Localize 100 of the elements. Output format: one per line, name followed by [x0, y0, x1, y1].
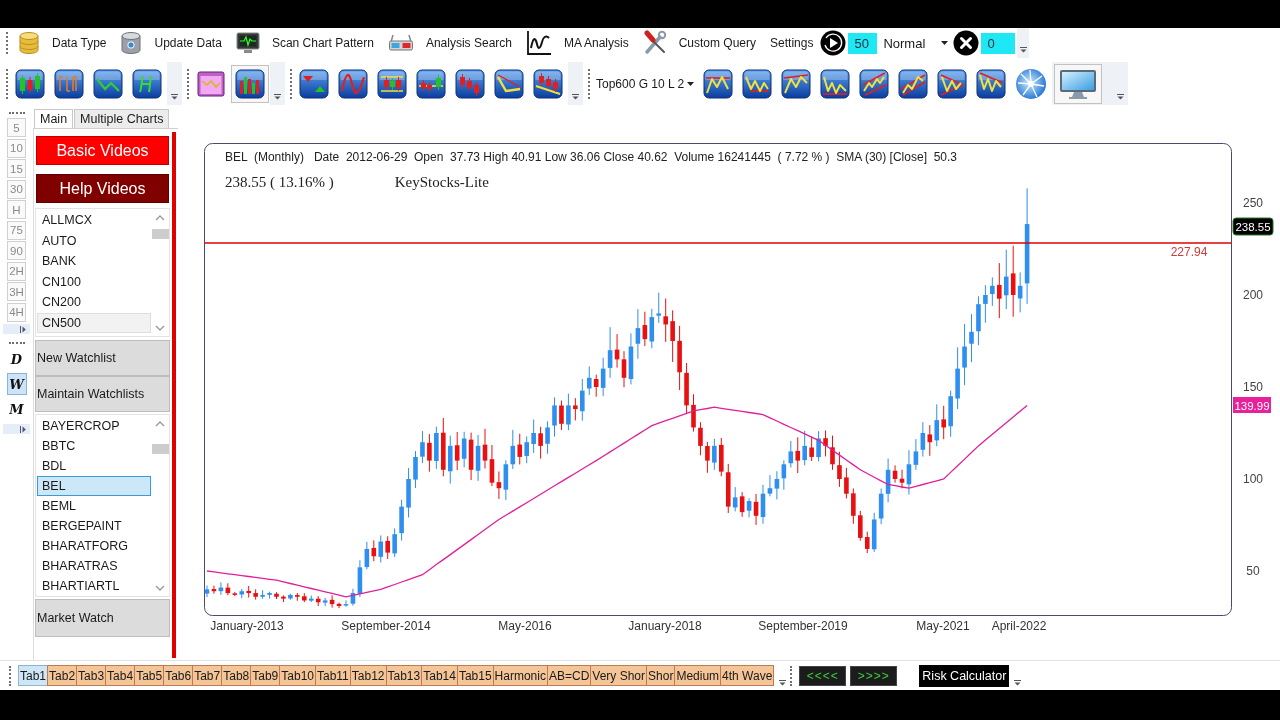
overflow-button[interactable]	[1017, 28, 1030, 58]
scan-list-dropdown[interactable]: Top600 G 10 L 2	[593, 71, 699, 96]
rising-candle	[204, 585, 210, 598]
rising-candle	[990, 276, 995, 307]
sheet-tab[interactable]: Tab11	[315, 665, 351, 686]
close-icon[interactable]	[953, 30, 980, 56]
candlestick-chart-icon	[15, 68, 45, 99]
speed-field[interactable]: 50	[848, 32, 878, 54]
menu-button[interactable]: Custom Query	[635, 28, 764, 58]
list-item[interactable]: BBTC	[37, 436, 151, 456]
nav-button[interactable]: <<<<	[799, 665, 847, 686]
falling-candle	[795, 436, 801, 474]
script-letter-icon	[132, 68, 162, 99]
count-field[interactable]: 0	[981, 32, 1016, 54]
list-item[interactable]: BERGEPAINT	[37, 516, 151, 536]
list-item[interactable]: BHARTIARTL	[37, 576, 151, 596]
list-item[interactable]: BAYERCROP	[37, 416, 151, 436]
rising-candle	[712, 438, 717, 471]
sheet-tab[interactable]: Tab15	[456, 665, 494, 686]
list-item[interactable]: BDL	[37, 456, 151, 476]
falling-candle	[427, 433, 432, 473]
sheet-tab[interactable]: Tab3	[76, 665, 107, 686]
menu-button[interactable]: Settings	[763, 28, 821, 58]
interval-button[interactable]: 2H	[7, 261, 26, 281]
list-item[interactable]: BHARATFORG	[37, 536, 151, 556]
falling-candle	[441, 417, 446, 477]
sheet-tab[interactable]: Shor	[646, 665, 676, 686]
list-item[interactable]: ALLMCX	[37, 210, 151, 231]
sheet-tab[interactable]: Tab8	[221, 665, 252, 686]
menu-button[interactable]: Scan Chart Pattern	[228, 28, 381, 58]
falling-candle	[663, 298, 668, 343]
replay-icon[interactable]	[820, 30, 847, 56]
interval-button[interactable]: 75	[7, 220, 26, 240]
scrollbar-thumb[interactable]	[151, 444, 169, 454]
rising-candle	[976, 295, 981, 346]
grip-icon[interactable]	[790, 665, 793, 686]
mode-dropdown[interactable]: Normal	[879, 32, 954, 54]
list-item[interactable]: CN200	[37, 292, 151, 313]
menu-button[interactable]: Analysis Search	[380, 28, 519, 58]
panel-tab[interactable]: Multiple Charts	[74, 109, 170, 128]
falling-candle	[302, 592, 307, 603]
list-item[interactable]: BANK	[37, 251, 151, 272]
sheet-tab[interactable]: Tab12	[349, 665, 387, 686]
overflow-button[interactable]	[3, 424, 30, 434]
sheet-tab[interactable]: AB=CD	[546, 665, 592, 686]
nav-button[interactable]: >>>>	[850, 665, 898, 686]
y-axis-label: 200	[1243, 288, 1263, 302]
video-button[interactable]: Basic Videos	[36, 136, 169, 165]
sheet-tab[interactable]: Tab6	[163, 665, 194, 686]
scroll-down-icon[interactable]	[155, 325, 165, 331]
scrollbar-thumb[interactable]	[151, 229, 169, 239]
interval-button[interactable]: 90	[7, 241, 26, 260]
zigzag-pattern-icon	[937, 68, 968, 99]
rising-candle	[524, 435, 529, 464]
period-button[interactable]: D	[6, 348, 27, 370]
x-axis-label: January-2013	[210, 619, 284, 633]
sheet-tab[interactable]: Tab9	[250, 665, 281, 686]
list-item[interactable]: BEL	[37, 476, 151, 496]
chevron-right-icon	[20, 325, 26, 333]
sheet-tab[interactable]: Tab10	[279, 665, 316, 686]
toolbar-button[interactable]	[1054, 63, 1103, 104]
list-item[interactable]: BHARATRAS	[37, 556, 151, 576]
sheet-tab[interactable]: Tab2	[47, 665, 78, 686]
zigzag-pattern-icon	[703, 68, 734, 99]
sheet-tab[interactable]: Harmonic	[492, 665, 548, 686]
menu-button[interactable]: Data Type	[11, 28, 114, 58]
risk-calculator-button[interactable]: Risk Calculator	[919, 664, 1010, 687]
watchlist-button[interactable]: New Watchlist	[35, 340, 170, 376]
overflow-button[interactable]	[3, 324, 30, 334]
panel-tab[interactable]: Main	[34, 109, 74, 128]
sheet-tab[interactable]: Very Shor	[590, 665, 648, 686]
period-button[interactable]: W	[6, 373, 27, 395]
rising-candle	[934, 403, 940, 447]
video-button[interactable]: Help Videos	[36, 174, 169, 203]
menu-button[interactable]: Update Data	[113, 28, 229, 58]
list-item[interactable]: AUTO	[37, 230, 151, 251]
network-sphere-icon	[1015, 67, 1048, 100]
list-item[interactable]: CN500	[37, 312, 151, 333]
scroll-down-icon[interactable]	[155, 585, 165, 591]
menu-button[interactable]: MA Analysis	[519, 28, 636, 58]
rising-candle	[434, 426, 439, 470]
y-axis-label: 100	[1243, 472, 1263, 486]
sheet-tab[interactable]: Tab7	[192, 665, 223, 686]
sheet-tab[interactable]: Tab14	[421, 665, 458, 686]
sheet-tab[interactable]: Tab1	[18, 665, 49, 686]
list-item[interactable]: CN100	[37, 271, 151, 292]
rising-candle	[267, 591, 272, 600]
watchlist-button[interactable]: Maintain Watchlists	[35, 376, 170, 412]
sheet-tab[interactable]: 4th Wave	[720, 665, 775, 686]
market-watch-button[interactable]: Market Watch	[35, 599, 170, 637]
sheet-tab[interactable]: Tab4	[105, 665, 136, 686]
toolbar-button[interactable]	[231, 64, 269, 103]
sheet-tab[interactable]: Tab5	[134, 665, 165, 686]
list-item[interactable]: BEML	[37, 496, 151, 516]
scroll-up-icon[interactable]	[155, 421, 165, 427]
period-button[interactable]: M	[6, 398, 27, 420]
rising-candle	[447, 435, 453, 485]
sheet-tab[interactable]: Medium	[674, 665, 722, 686]
interval-button[interactable]: 3H	[7, 282, 26, 301]
scroll-up-icon[interactable]	[155, 215, 165, 221]
